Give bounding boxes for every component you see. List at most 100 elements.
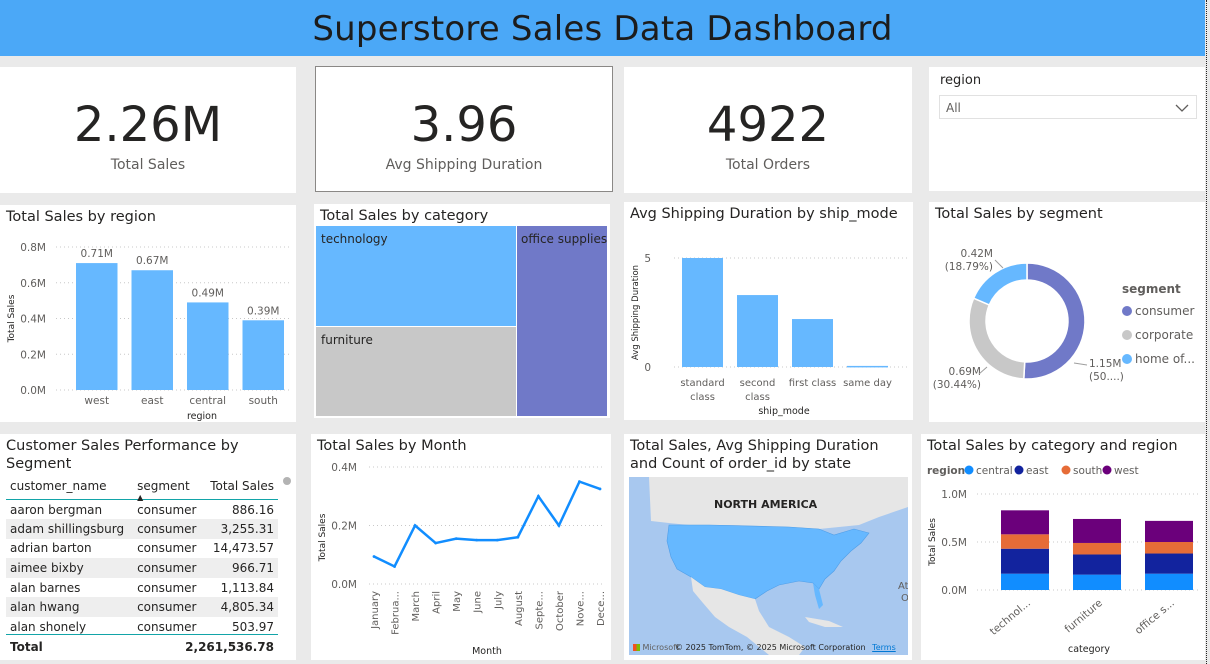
page-edge-divider (1206, 0, 1207, 664)
cell-total-sales: 1,113.84 (220, 580, 274, 595)
data-point (372, 555, 376, 558)
y-tick-label: 1.0M (941, 489, 967, 501)
cell-customer-name: adam shillingsburg (6, 519, 134, 539)
stacked-bar-segment (1001, 548, 1049, 574)
bar (187, 302, 229, 390)
terms-link[interactable]: Terms (872, 643, 896, 652)
cell-customer-name: alan barnes (10, 580, 81, 595)
category-region-stacked-chart: region central east south west 0.0M 0.5M 1.0M te… (927, 465, 1201, 655)
kpi-avg-shipping-card[interactable]: 3.96 Avg Shipping Duration (315, 66, 613, 192)
data-point (475, 538, 479, 542)
x-tick-label: July (493, 591, 504, 610)
kpi-total-sales-card[interactable]: 2.26M Total Sales (0, 67, 296, 193)
map-region-label: NORTH AMERICA (714, 498, 818, 511)
treemap-label: office supplies (521, 232, 608, 246)
total-label: Total (10, 640, 43, 654)
x-tick-label: Dece... (596, 591, 607, 626)
bar (737, 295, 778, 367)
treemap-tile-technology[interactable]: technology (316, 226, 516, 326)
y-tick-label: 0.0M (20, 385, 46, 397)
data-point (516, 535, 520, 539)
legend-marker (1122, 354, 1132, 364)
legend-label: corporate (1135, 328, 1193, 342)
x-axis-title: Month (472, 646, 502, 657)
cell-customer-name: alan hwang (6, 597, 134, 618)
bar (847, 365, 888, 368)
data-label: 0.71M (81, 248, 113, 260)
cell-total-sales: 3,255.31 (203, 519, 278, 539)
stacked-bar-segment (1145, 573, 1193, 590)
customer-sales-table[interactable]: Customer Sales Performance by Segment cu… (0, 434, 296, 660)
table-body-wrap: customer_name segment ▲ Total Sales aaron… (6, 474, 278, 637)
table-row[interactable]: aimee bixby consumer 966.71 (6, 558, 278, 578)
sales-by-segment-chart[interactable]: Total Sales by segment 1.15M (50....) 0.69… (929, 202, 1205, 422)
x-tick-label: January (370, 591, 381, 630)
x-tick-label: August (514, 591, 525, 626)
sales-by-category-treemap[interactable]: Total Sales by category technology furni… (314, 204, 610, 418)
y-axis-title: Total Sales (318, 513, 328, 562)
shipping-by-mode-chart[interactable]: Avg Shipping Duration by ship_mode 0 5 sta… (624, 202, 913, 420)
sales-by-region-chart[interactable]: Total Sales by region 0.0M 0.2M 0.4M 0.6M 0.… (0, 205, 296, 422)
map-brand: Microsoft (633, 643, 679, 652)
kpi-value: 4922 (706, 97, 830, 153)
scroll-indicator[interactable] (283, 477, 291, 485)
region-bar-chart: 0.0M 0.2M 0.4M 0.6M 0.8M 0.71M west 0.67M east 0.… (7, 242, 292, 422)
table: customer_name segment ▲ Total Sales aaron… (6, 474, 278, 637)
sales-by-month-chart[interactable]: Total Sales by Month 0.0M 0.2M 0.4M January… (311, 434, 611, 660)
data-label: 0.49M (192, 287, 224, 299)
x-tick-label: furniture (1062, 597, 1104, 635)
column-header[interactable]: segment ▲ (133, 474, 203, 502)
kpi-total-orders-card[interactable]: 4922 Total Orders (624, 67, 912, 193)
table-row[interactable]: aaron bergman consumer 886.16 (6, 500, 278, 520)
map-edge-label: O (901, 593, 908, 604)
x-tick-label: second (740, 378, 776, 389)
y-tick-label: 0.4M (331, 462, 357, 474)
x-tick-label: technol... (988, 597, 1033, 638)
y-tick-label: 0.6M (20, 278, 46, 290)
table-row[interactable]: adrian barton consumer 14,473.57 (6, 539, 278, 559)
column-header[interactable]: customer_name (6, 474, 133, 500)
bar (682, 258, 723, 367)
legend-label: east (1026, 465, 1048, 477)
chart-title: Total Sales, Avg Shipping Duration and C… (630, 438, 879, 472)
stacked-bar-segment (1001, 510, 1049, 535)
data-point (536, 494, 540, 498)
treemap-tile-office-supplies[interactable]: office supplies (517, 226, 607, 416)
x-tick-label: central (189, 395, 226, 407)
x-tick-label: class (690, 392, 715, 403)
state-map[interactable]: Total Sales, Avg Shipping Duration and C… (624, 434, 912, 660)
x-tick-label: standard (680, 378, 724, 389)
ship-mode-bar-chart: 0 5 standard class second class first class sam… (631, 253, 908, 417)
treemap-tile-furniture[interactable]: furniture (316, 327, 516, 416)
data-point (557, 524, 561, 527)
column-header[interactable]: Total Sales (203, 474, 278, 500)
x-tick-label: June (473, 591, 484, 614)
y-tick-label: 0.5M (941, 537, 967, 549)
y-axis-title: Total Sales (928, 518, 938, 567)
data-label: (30.44%) (933, 379, 981, 391)
map-edge-label: At (898, 581, 908, 592)
map-canvas[interactable]: NORTH AMERICA At O Microsoft © 2025 TomT… (629, 477, 908, 655)
total-value: 2,261,536.78 (185, 640, 274, 654)
x-tick-label: west (84, 395, 109, 407)
stacked-bar-segment (1073, 542, 1121, 555)
stacked-bar-segment (1073, 554, 1121, 575)
data-point (454, 537, 458, 541)
bar (242, 320, 284, 390)
data-point (578, 480, 581, 484)
sales-by-category-region-chart[interactable]: Total Sales by category and region regio… (921, 434, 1205, 660)
region-dropdown[interactable]: All (939, 95, 1197, 119)
data-label: 1.15M (1089, 358, 1121, 370)
legend-marker (1102, 465, 1112, 475)
kpi-label: Total Sales (110, 157, 186, 173)
data-point (413, 524, 417, 527)
donut-slice (1022, 262, 1086, 380)
x-tick-label: east (141, 395, 163, 407)
table-row[interactable]: alan barnes consumer 1,113.84 (6, 578, 278, 598)
table-row[interactable]: alan hwang consumer 4,805.34 (6, 597, 278, 618)
kpi-label: Total Orders (725, 157, 811, 173)
table-row[interactable]: adam shillingsburg consumer 3,255.31 (6, 519, 278, 539)
cell-customer-name: aaron bergman (10, 502, 103, 517)
x-axis-title: region (187, 411, 217, 422)
x-tick-label: Februa... (391, 591, 402, 635)
